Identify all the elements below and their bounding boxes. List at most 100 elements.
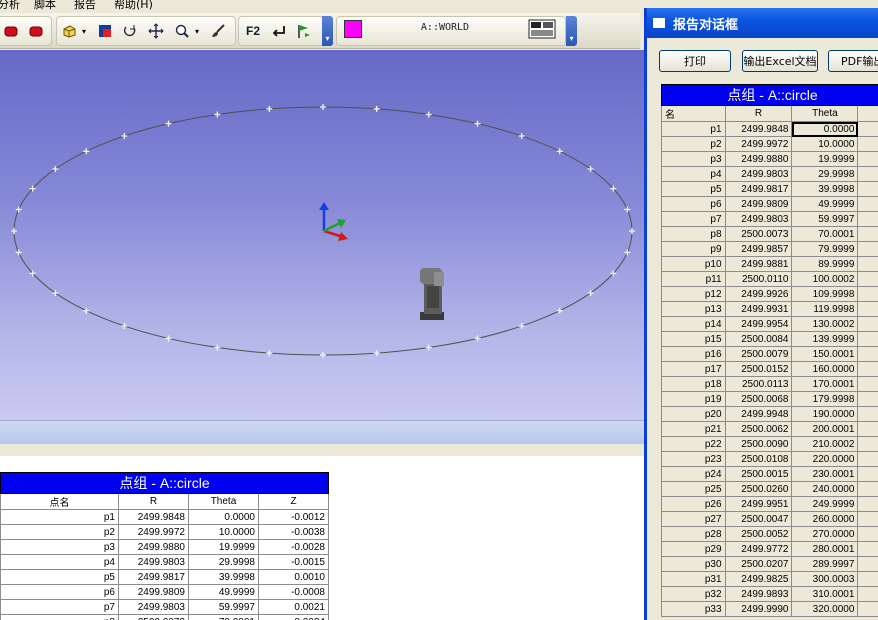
table-row[interactable]: p24 2500.0015 230.0001	[661, 466, 878, 482]
table-row[interactable]: p28 2500.0052 270.0000	[661, 526, 878, 542]
point-marker[interactable]	[587, 290, 594, 296]
point-marker[interactable]	[373, 105, 380, 112]
layout-icon[interactable]	[528, 19, 556, 39]
point-marker[interactable]	[556, 148, 563, 155]
menu-help[interactable]: 帮助(H)	[114, 0, 153, 12]
horizontal-scrollbar[interactable]	[0, 420, 644, 444]
robot-model[interactable]	[420, 268, 444, 320]
table-row[interactable]: p3 2499.9880 19.9999 -0.0028	[0, 539, 329, 555]
table-row[interactable]: p31 2499.9825 300.0003	[661, 571, 878, 587]
enter-icon[interactable]	[270, 22, 288, 40]
point-marker[interactable]	[425, 344, 432, 351]
table-row[interactable]: p7 2499.9803 59.9997 0.0021	[0, 599, 329, 615]
table-row[interactable]: p5 2499.9817 39.9998	[661, 181, 878, 197]
chevron-down-icon-2[interactable]: ▾	[193, 22, 201, 40]
table-row[interactable]: p6 2499.9809 49.9999	[661, 196, 878, 212]
table-row[interactable]: p6 2499.9809 49.9999 -0.0008	[0, 584, 329, 600]
3d-viewport[interactable]	[0, 50, 644, 420]
point-marker[interactable]	[474, 120, 481, 127]
table-row[interactable]: p19 2500.0068 179.9998	[661, 391, 878, 407]
toolbar-grip-icon-2[interactable]: ▾	[566, 16, 577, 46]
brush-icon[interactable]	[209, 22, 227, 40]
table-row[interactable]: p26 2499.9951 249.9999	[661, 496, 878, 512]
point-marker[interactable]	[52, 166, 59, 172]
point-marker[interactable]	[518, 322, 525, 329]
table-row[interactable]: p8 2500.0073 70.0001	[661, 226, 878, 242]
table-row[interactable]: p14 2499.9954 130.0002	[661, 316, 878, 332]
print-button[interactable]: 打印	[659, 50, 731, 72]
point-marker[interactable]	[373, 350, 380, 357]
table-row[interactable]: p22 2500.0090 210.0002	[661, 436, 878, 452]
table-row[interactable]: p3 2499.9880 19.9999	[661, 151, 878, 167]
toolbar-grip-icon[interactable]: ▾	[322, 16, 333, 46]
table-row[interactable]: p30 2500.0207 289.9997	[661, 556, 878, 572]
point-marker[interactable]	[15, 249, 22, 256]
table-row[interactable]: p4 2499.9803 29.9998	[661, 166, 878, 182]
table-row[interactable]: p11 2500.0110 100.0002	[661, 271, 878, 287]
cube-icon[interactable]	[60, 22, 78, 40]
point-marker[interactable]	[121, 322, 128, 329]
table-row[interactable]: p2 2499.9972 10.0000	[661, 136, 878, 152]
table-row[interactable]: p13 2499.9931 119.9998	[661, 301, 878, 317]
flag-arrow-icon[interactable]	[295, 22, 313, 40]
point-marker[interactable]	[425, 111, 432, 118]
point-marker[interactable]	[629, 228, 635, 234]
point-marker[interactable]	[214, 344, 221, 351]
point-marker[interactable]	[624, 206, 631, 213]
point-marker[interactable]	[165, 335, 172, 342]
table-row[interactable]: p18 2500.0113 170.0001	[661, 376, 878, 392]
cylinder-icon-2[interactable]	[27, 22, 45, 40]
frame-icon[interactable]	[96, 22, 114, 40]
point-marker[interactable]	[52, 290, 59, 296]
table-row[interactable]: p33 2499.9990 320.0000	[661, 601, 878, 617]
f2-button[interactable]: F2	[242, 22, 264, 40]
table-row[interactable]: p29 2499.9772 280.0001	[661, 541, 878, 557]
rotate-icon[interactable]	[121, 22, 139, 40]
table-row[interactable]: p32 2499.9893 310.0001	[661, 586, 878, 602]
point-marker[interactable]	[15, 206, 22, 213]
point-marker[interactable]	[266, 105, 273, 112]
color-swatch[interactable]	[344, 20, 362, 38]
point-marker[interactable]	[624, 249, 631, 256]
table-row[interactable]: p17 2500.0152 160.0000	[661, 361, 878, 377]
point-marker[interactable]	[474, 335, 481, 342]
point-marker[interactable]	[214, 111, 221, 118]
menu-report[interactable]: 报告	[74, 0, 96, 12]
table-row[interactable]: p4 2499.9803 29.9998 -0.0015	[0, 554, 329, 570]
frame-selector[interactable]: A::WORLD	[390, 22, 500, 33]
table-row[interactable]: p16 2500.0079 150.0001	[661, 346, 878, 362]
point-marker[interactable]	[556, 307, 563, 314]
point-marker[interactable]	[165, 120, 172, 127]
point-marker[interactable]	[587, 166, 594, 172]
chevron-down-icon[interactable]: ▾	[80, 22, 88, 40]
table-row[interactable]: p5 2499.9817 39.9998 0.0010	[0, 569, 329, 585]
point-marker[interactable]	[83, 307, 90, 314]
export-excel-button[interactable]: 输出Excel文档	[742, 50, 818, 72]
export-pdf-button[interactable]: PDF输出	[828, 50, 878, 72]
table-row[interactable]: p9 2499.9857 79.9999	[661, 241, 878, 257]
point-marker[interactable]	[11, 228, 17, 234]
table-row[interactable]: p7 2499.9803 59.9997	[661, 211, 878, 227]
table-row[interactable]: p21 2500.0062 200.0001	[661, 421, 878, 437]
menu-script[interactable]: 脚本	[34, 0, 56, 12]
table-row[interactable]: p23 2500.0108 220.0000	[661, 451, 878, 467]
table-row[interactable]: p10 2499.9881 89.9999	[661, 256, 878, 272]
cylinder-icon[interactable]	[2, 22, 20, 40]
table-row[interactable]: p25 2500.0260 240.0000	[661, 481, 878, 497]
point-marker[interactable]	[83, 148, 90, 155]
point-marker[interactable]	[320, 352, 326, 358]
zoom-icon[interactable]	[173, 22, 191, 40]
table-row[interactable]: p20 2499.9948 190.0000	[661, 406, 878, 422]
table-row[interactable]: p12 2499.9926 109.9998	[661, 286, 878, 302]
table-row[interactable]: p15 2500.0084 139.9999	[661, 331, 878, 347]
table-row[interactable]: p1 2499.9848 0.0000	[661, 121, 878, 137]
dialog-title-bar[interactable]: 报告对话框	[647, 8, 878, 38]
menu-analysis[interactable]: 分析	[0, 0, 20, 12]
point-marker[interactable]	[320, 104, 326, 110]
pan-icon[interactable]	[147, 22, 165, 40]
point-marker[interactable]	[266, 350, 273, 357]
table-row[interactable]: p1 2499.9848 0.0000 -0.0012	[0, 509, 329, 525]
point-marker[interactable]	[518, 133, 525, 140]
table-row[interactable]: p2 2499.9972 10.0000 -0.0038	[0, 524, 329, 540]
point-marker[interactable]	[121, 133, 128, 140]
